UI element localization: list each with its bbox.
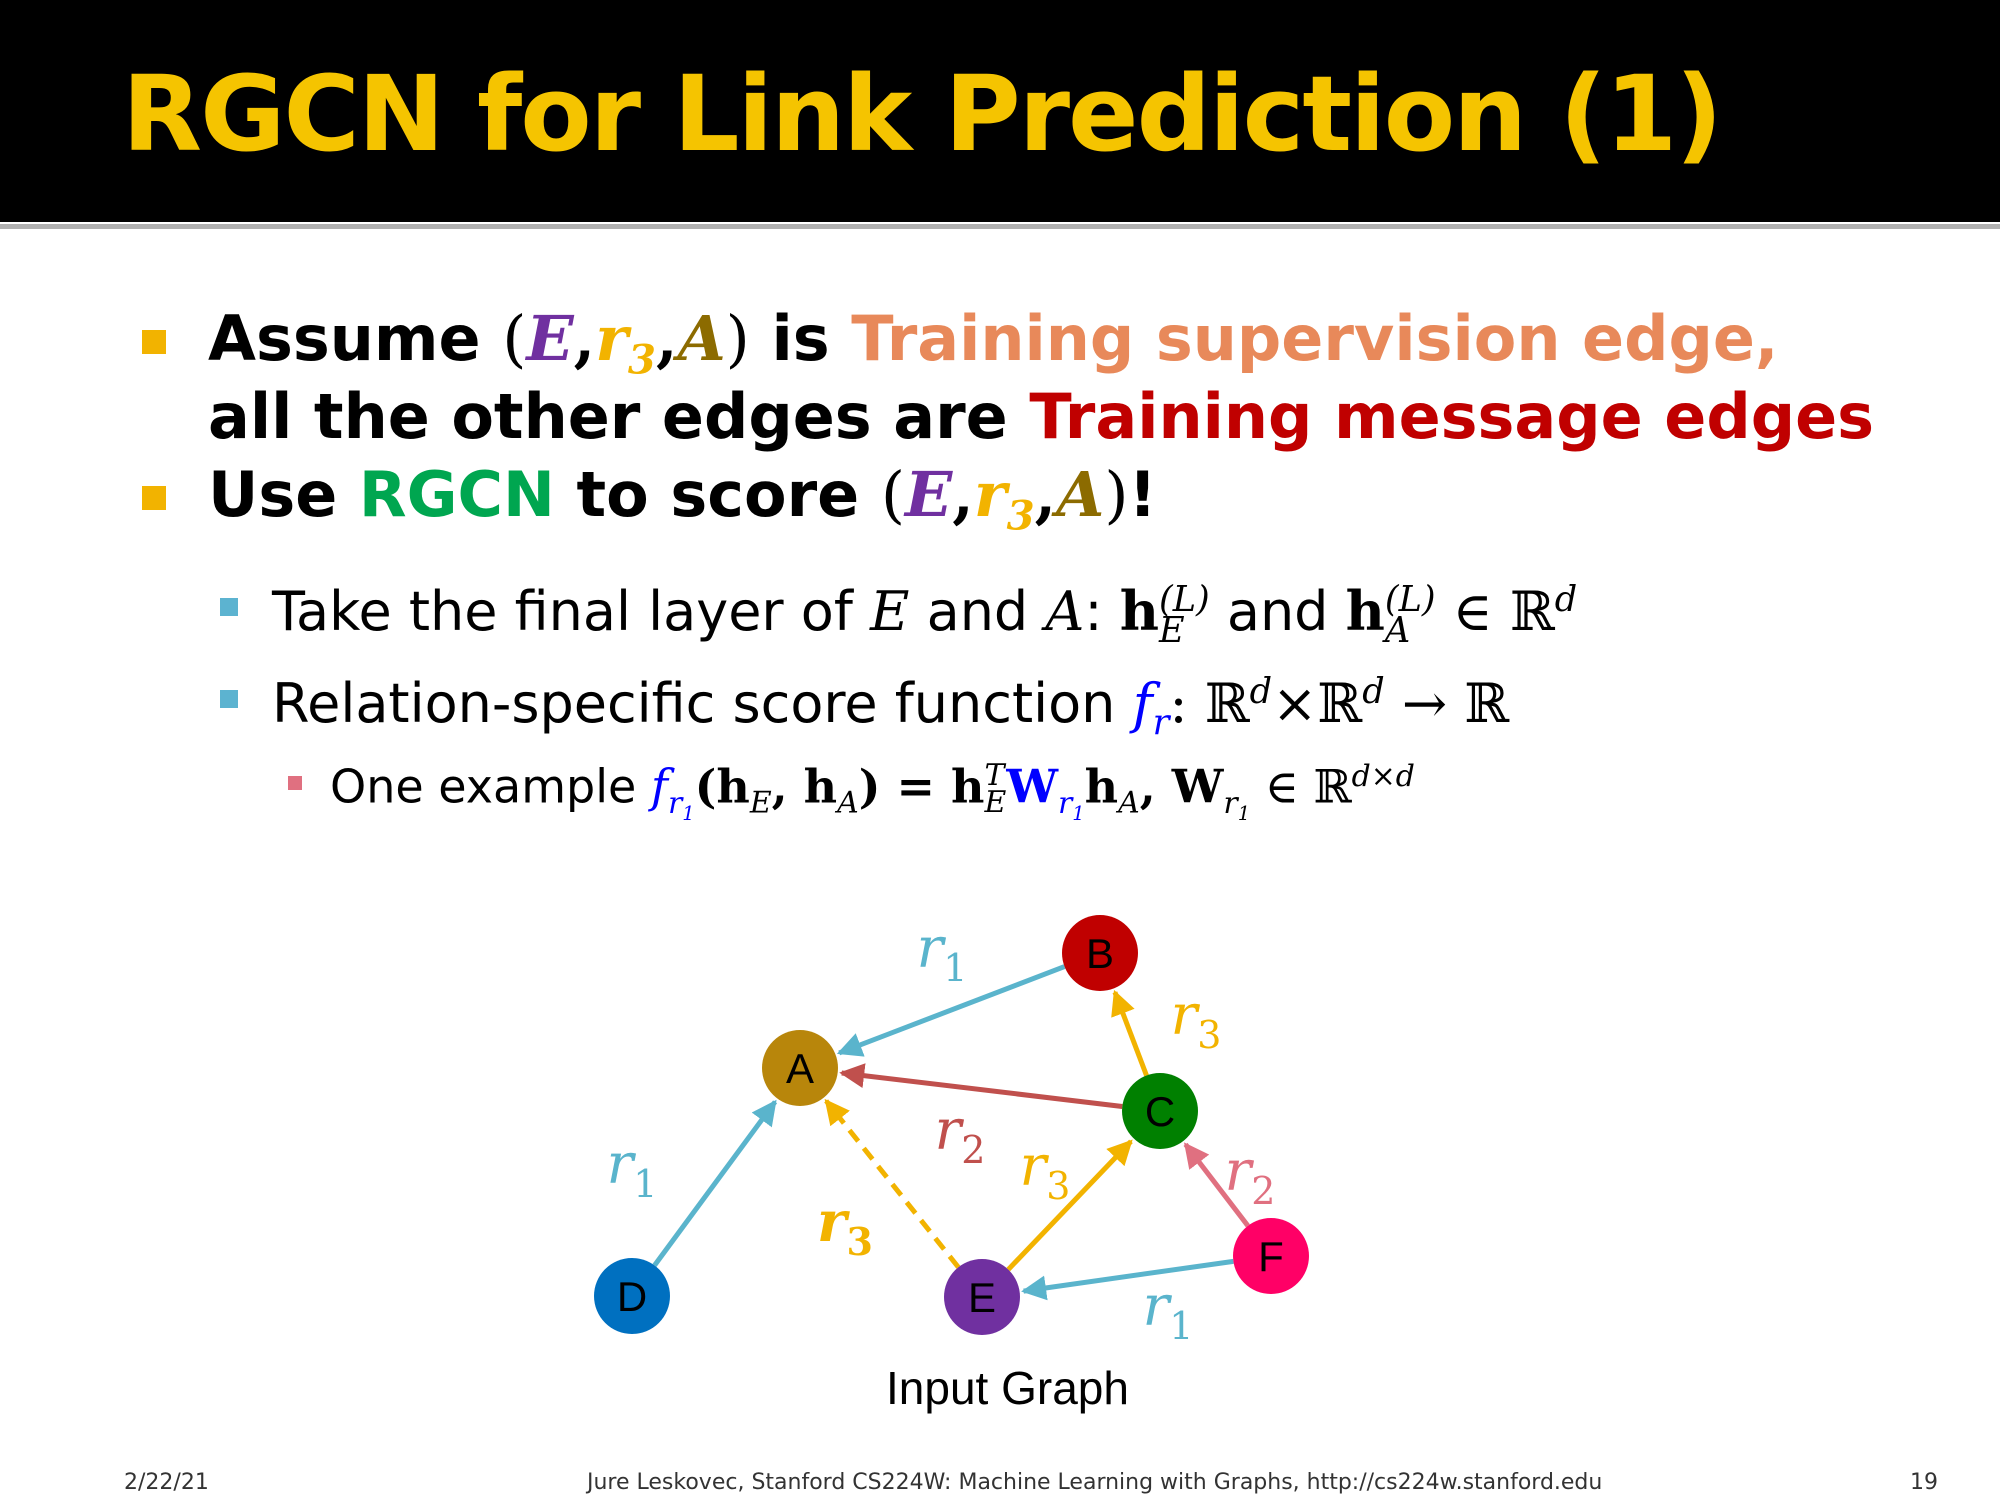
edge-label-f-c: r2 xyxy=(1225,1139,1276,1213)
edge-label-f-e: r1 xyxy=(1143,1274,1194,1348)
node-label-c: C xyxy=(1145,1088,1175,1135)
node-label-d: D xyxy=(617,1273,647,1320)
edge-label-e-c: r3 xyxy=(1020,1134,1071,1208)
edge-label-b-a: r1 xyxy=(917,916,968,990)
footer-page-number: 19 xyxy=(1910,1470,1938,1495)
edge-label-subscript: 2 xyxy=(961,1128,985,1172)
edge-label-subscript: 3 xyxy=(1197,1013,1221,1057)
edge-label-e-a: r3 xyxy=(817,1189,873,1264)
node-label-b: B xyxy=(1086,930,1114,977)
edge-label-subscript: 2 xyxy=(1251,1169,1275,1213)
node-label-f: F xyxy=(1258,1233,1284,1280)
edge-label-c-a: r2 xyxy=(935,1098,986,1172)
edge-c-to-b xyxy=(1111,989,1149,1077)
edge-f-to-e xyxy=(1021,1258,1234,1301)
footer-date: 2/22/21 xyxy=(124,1470,209,1495)
edge-label-subscript: 1 xyxy=(633,1162,657,1206)
edge-label-subscript: 1 xyxy=(943,946,967,990)
edge-label-subscript: 3 xyxy=(1046,1164,1070,1208)
edge-label-c-b: r3 xyxy=(1171,983,1222,1057)
edge-label-subscript: 3 xyxy=(847,1219,873,1264)
footer-credit: Jure Leskovec, Stanford CS224W: Machine … xyxy=(587,1470,1603,1495)
node-label-a: A xyxy=(786,1045,814,1092)
edge-label-d-a: r1 xyxy=(607,1132,658,1206)
edge-label-subscript: 1 xyxy=(1169,1304,1193,1348)
node-label-e: E xyxy=(968,1274,996,1321)
edge-c-to-a xyxy=(839,1063,1123,1109)
graph-caption: Input Graph xyxy=(886,1362,1129,1414)
input-graph: r1 r3 r2 r1 r3 r3 r2 r1 A B C D E F xyxy=(594,915,1309,1348)
edge-d-to-a xyxy=(652,1099,778,1267)
